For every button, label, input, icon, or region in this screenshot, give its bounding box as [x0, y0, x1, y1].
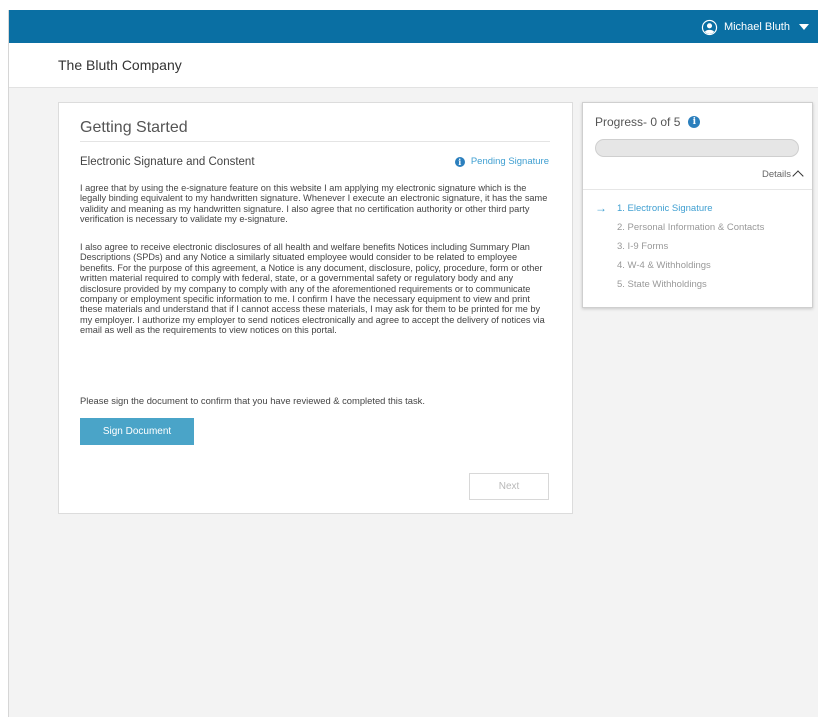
steps-divider [583, 189, 812, 190]
step-item[interactable]: → 1. Electronic Signature [595, 201, 805, 222]
progress-bar [595, 139, 799, 157]
status-text: Pending Signature [470, 156, 549, 167]
step-item[interactable]: 3. I-9 Forms [595, 241, 805, 260]
chevron-up-icon [792, 170, 804, 182]
consent-paragraph-1: I agree that by using the e-signature fe… [80, 183, 548, 225]
company-name: The Bluth Company [58, 57, 182, 73]
top-bar: Michael Bluth [9, 10, 818, 43]
step-item[interactable]: 5. State Withholdings [595, 279, 805, 298]
section-title: Electronic Signature and Constent [80, 156, 255, 168]
user-name: Michael Bluth [723, 21, 790, 33]
step-item[interactable]: 2. Personal Information & Contacts [595, 222, 805, 241]
details-label: Details [761, 169, 791, 180]
progress-panel: Progress- 0 of 5 i Details → 1. Electron… [582, 102, 813, 308]
progress-header: Progress- 0 of 5 i [595, 115, 701, 129]
step-label: 1. Electronic Signature [617, 203, 713, 214]
progress-title: Progress- 0 of 5 [595, 115, 681, 129]
arrow-right-icon: → [595, 201, 607, 215]
app-frame: Michael Bluth The Bluth Company Getting … [8, 10, 818, 717]
consent-paragraph-2: I also agree to receive electronic discl… [80, 242, 545, 336]
status-badge: i Pending Signature [454, 156, 549, 167]
company-bar: The Bluth Company [9, 43, 818, 88]
details-toggle[interactable]: Details [761, 169, 804, 182]
next-button[interactable]: Next [469, 473, 549, 500]
caret-down-icon [799, 24, 809, 30]
step-label: 2. Personal Information & Contacts [617, 222, 765, 233]
step-item[interactable]: 4. W-4 & Withholdings [595, 260, 805, 279]
steps-list: → 1. Electronic Signature 2. Personal In… [595, 201, 805, 298]
info-icon[interactable]: i [688, 116, 701, 128]
getting-started-card: Getting Started Electronic Signature and… [58, 102, 573, 514]
sign-document-button[interactable]: Sign Document [80, 418, 194, 445]
page-title: Getting Started [80, 119, 188, 136]
info-icon: i [454, 156, 465, 167]
sign-prompt: Please sign the document to confirm that… [80, 395, 425, 406]
user-circle-icon [701, 19, 718, 35]
step-label: 4. W-4 & Withholdings [617, 260, 711, 271]
step-label: 5. State Withholdings [617, 279, 707, 290]
step-label: 3. I-9 Forms [617, 241, 669, 252]
user-menu[interactable]: Michael Bluth [701, 17, 809, 37]
title-divider [80, 141, 550, 142]
